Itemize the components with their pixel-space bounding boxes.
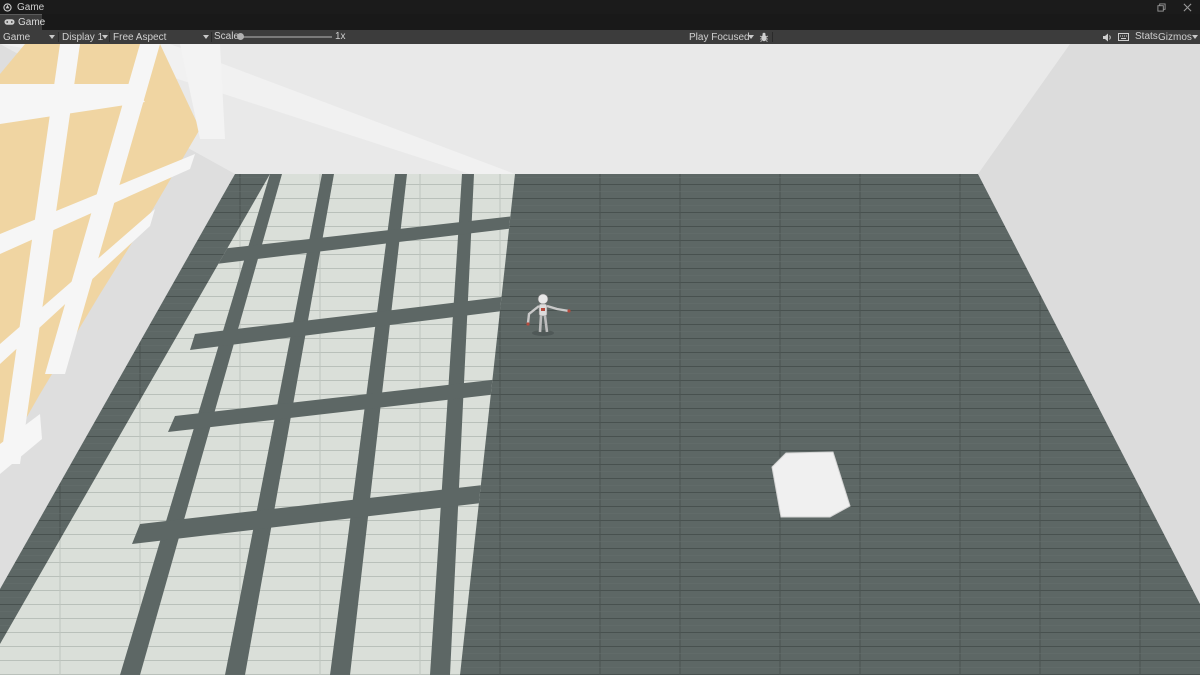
title-bar: Game (0, 0, 1200, 14)
divider (211, 32, 212, 42)
gamepad-icon (4, 17, 15, 29)
chevron-down-icon (1192, 35, 1198, 39)
view-mode-label: Game (3, 31, 31, 43)
restore-window-icon[interactable] (1148, 0, 1174, 14)
speaker-icon[interactable] (1101, 31, 1113, 43)
chevron-down-icon (102, 35, 108, 39)
scale-slider-handle[interactable] (237, 33, 244, 40)
display-label: Display 1 (62, 31, 104, 43)
game-view-toolbar: Game Display 1 Free Aspect Scale 1x Play… (0, 30, 1200, 44)
divider (58, 32, 59, 42)
aspect-dropdown[interactable]: Free Aspect (113, 30, 209, 44)
chevron-down-icon (203, 35, 209, 39)
gizmos-dropdown[interactable]: Gizmos (1158, 30, 1198, 44)
close-icon[interactable] (1174, 0, 1200, 14)
scene-render (0, 44, 1200, 675)
tab-label: Game (18, 17, 46, 28)
aspect-label: Free Aspect (113, 31, 167, 43)
view-mode-dropdown[interactable]: Game (3, 30, 55, 44)
play-mode-dropdown[interactable]: Play Focused (689, 30, 754, 44)
play-mode-label: Play Focused (689, 31, 750, 43)
tab-game[interactable]: Game (0, 14, 46, 30)
game-viewport[interactable] (0, 44, 1200, 675)
chevron-down-icon (748, 35, 754, 39)
stats-button[interactable]: Stats (1135, 30, 1158, 44)
scale-slider-track[interactable] (240, 36, 332, 38)
chevron-down-icon (49, 35, 55, 39)
keyboard-icon[interactable] (1117, 31, 1129, 43)
bug-icon[interactable] (758, 31, 770, 43)
gizmos-label: Gizmos (1158, 31, 1192, 43)
display-dropdown[interactable]: Display 1 (62, 30, 108, 44)
divider (772, 32, 773, 42)
divider (109, 32, 110, 42)
scale-value: 1x (335, 31, 346, 42)
unity-editor-window: Game Game Game Display 1 Free Aspect Sca… (0, 0, 1200, 675)
unity-logo-icon (3, 2, 13, 12)
scale-label: Scale (214, 31, 240, 42)
tab-strip: Game (0, 14, 1200, 31)
window-title: Game (17, 1, 45, 13)
